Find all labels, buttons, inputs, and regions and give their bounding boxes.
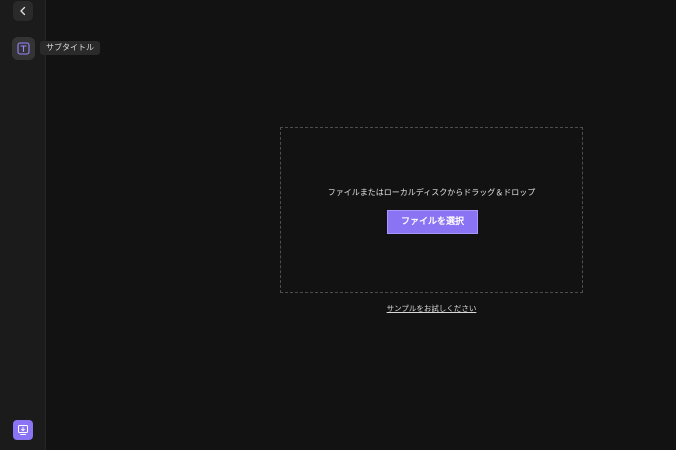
back-button[interactable]: [13, 1, 33, 21]
subtitle-tooltip: サブタイトル: [40, 41, 100, 55]
subtitle-tool-button[interactable]: [12, 37, 35, 60]
text-box-icon: [17, 42, 30, 55]
export-button[interactable]: [13, 420, 33, 440]
chevron-left-icon: [20, 6, 26, 16]
select-file-button[interactable]: ファイルを選択: [387, 210, 478, 234]
app-window: サブタイトル ファイルまたはローカルディスクからドラッグ＆ドロップ ファイルを選…: [0, 0, 676, 450]
file-drop-zone[interactable]: ファイルまたはローカルディスクからドラッグ＆ドロップ ファイルを選択: [280, 127, 583, 293]
drop-instruction: ファイルまたはローカルディスクからドラッグ＆ドロップ: [327, 188, 536, 197]
sidebar: [0, 0, 46, 450]
try-sample-link[interactable]: サンプルをお試しください: [280, 303, 583, 314]
monitor-download-icon: [18, 425, 28, 435]
